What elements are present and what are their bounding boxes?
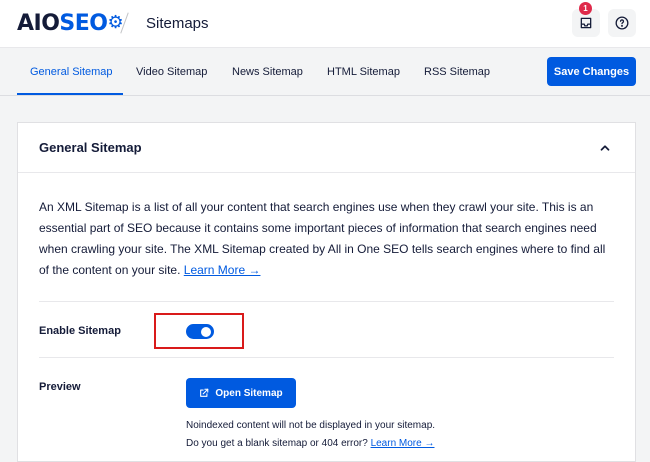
tab-rss-sitemap[interactable]: RSS Sitemap bbox=[424, 66, 490, 78]
noindex-note: Noindexed content will not be displayed … bbox=[186, 420, 436, 431]
aioseo-logo[interactable]: AIOSEO⚙ bbox=[17, 10, 124, 37]
tabs-divider bbox=[0, 95, 650, 96]
chevron-up-icon[interactable] bbox=[598, 141, 612, 155]
enable-sitemap-label: Enable Sitemap bbox=[39, 325, 121, 337]
enable-sitemap-toggle[interactable] bbox=[186, 324, 214, 339]
divider bbox=[39, 357, 614, 358]
sitemap-description: An XML Sitemap is a list of all your con… bbox=[39, 200, 606, 277]
tab-video-sitemap[interactable]: Video Sitemap bbox=[136, 66, 207, 78]
external-link-icon bbox=[200, 388, 209, 397]
tab-general-sitemap[interactable]: General Sitemap bbox=[30, 66, 113, 78]
general-sitemap-card: General Sitemap An XML Sitemap is a list… bbox=[17, 122, 636, 462]
tab-news-sitemap[interactable]: News Sitemap bbox=[232, 66, 303, 78]
help-button[interactable] bbox=[608, 9, 636, 37]
breadcrumb: Sitemaps bbox=[146, 15, 209, 32]
help-circle-icon bbox=[615, 16, 629, 30]
card-title: General Sitemap bbox=[39, 140, 142, 155]
open-sitemap-button[interactable]: Open Sitemap bbox=[186, 378, 296, 408]
toggle-knob bbox=[201, 326, 211, 337]
preview-label: Preview bbox=[39, 381, 81, 393]
learn-more-link[interactable]: Learn More → bbox=[184, 263, 261, 277]
inbox-icon bbox=[580, 17, 592, 29]
blank-sitemap-learn-more-link[interactable]: Learn More → bbox=[371, 438, 435, 449]
divider bbox=[39, 301, 614, 302]
blank-sitemap-note: Do you get a blank sitemap or 404 error?… bbox=[186, 438, 435, 449]
tab-html-sitemap[interactable]: HTML Sitemap bbox=[327, 66, 400, 78]
save-changes-button[interactable]: Save Changes bbox=[547, 57, 636, 86]
top-header: AIOSEO⚙ Sitemaps 1 bbox=[0, 0, 650, 48]
divider bbox=[18, 172, 635, 173]
notification-count-badge: 1 bbox=[579, 2, 592, 15]
